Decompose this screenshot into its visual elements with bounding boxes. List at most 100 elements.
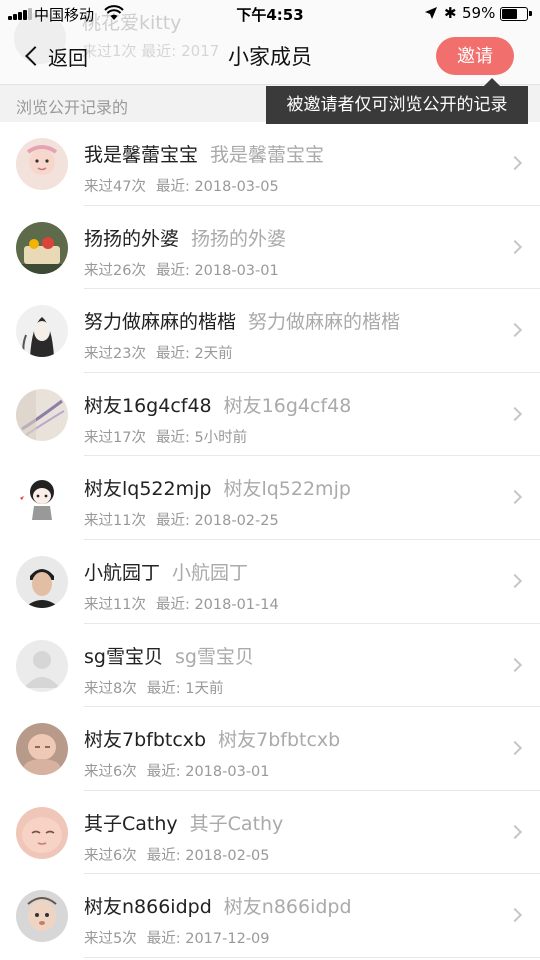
member-name-line: 我是馨蕾宝宝 我是馨蕾宝宝 <box>84 140 324 167</box>
member-name-line: sg雪宝贝 sg雪宝贝 <box>84 642 254 669</box>
member-row[interactable]: 树友n866idpd 树友n866idpd 来过5次 最近: 2017-12-09 <box>0 874 540 958</box>
battery-percent: 59% <box>462 4 496 22</box>
invite-button[interactable]: 邀请 <box>436 37 514 75</box>
member-stats: 来过6次 最近: 2018-03-01 <box>84 760 270 781</box>
member-stats: 来过11次 最近: 2018-01-14 <box>84 593 279 614</box>
divider <box>84 956 540 958</box>
member-stats: 来过11次 最近: 2018-02-25 <box>84 509 279 530</box>
member-visits: 来过11次 <box>84 596 146 613</box>
member-visits: 来过26次 <box>84 262 146 279</box>
avatar <box>16 639 68 692</box>
member-row[interactable]: 我是馨蕾宝宝 我是馨蕾宝宝来过47次 最近: 2018-03-05 <box>0 122 540 206</box>
member-name-line: 树友7bfbtcxb 树友7bfbtcxb <box>84 725 340 752</box>
chevron-right-icon <box>507 908 523 923</box>
member-visits: 来过5次 <box>84 931 137 948</box>
member-name: 树友lq522mjp <box>84 478 212 501</box>
chevron-right-icon <box>507 573 523 589</box>
member-stats: 来过8次 最近: 1天前 <box>84 677 223 698</box>
member-recent: 最近: 2017-12-09 <box>146 931 270 948</box>
section-label: 浏览公开记录的 <box>16 98 129 117</box>
chevron-right-icon <box>507 406 523 421</box>
location-icon <box>425 7 437 19</box>
chevron-right-icon <box>507 239 523 254</box>
member-visits: 来过17次 <box>84 429 146 446</box>
member-recent: 最近: 2018-02-25 <box>155 513 279 530</box>
member-stats: 来过47次 最近: 2018-03-05 <box>84 175 279 196</box>
member-stats: 来过6次 最近: 2018-02-05 <box>84 844 270 865</box>
member-name-line: 小航园丁 小航园丁 <box>84 558 248 585</box>
member-name: 我是馨蕾宝宝 <box>84 144 199 166</box>
member-alias: 扬扬的外婆 <box>191 227 287 250</box>
avatar <box>16 723 68 776</box>
member-visits: 来过11次 <box>84 513 146 530</box>
member-visits: 来过6次 <box>84 847 137 864</box>
member-visits: 来过6次 <box>84 764 137 781</box>
member-name: sg雪宝贝 <box>84 645 163 668</box>
member-list: 我是馨蕾宝宝 我是馨蕾宝宝 来过47次 最近: 2018-03-05 扬扬的外婆 扬扬的外… <box>0 122 540 958</box>
member-visits: 来过23次 <box>84 346 146 363</box>
member-alias: 努力做麻麻的楷楷 <box>248 311 401 334</box>
member-name: 小航园丁 <box>84 561 161 584</box>
avatar <box>16 472 68 525</box>
member-stats: 来过26次 最近: 2018-03-01 <box>84 259 279 280</box>
chevron-right-icon <box>507 657 523 672</box>
member-recent: 最近: 2018-03-01 <box>155 262 279 279</box>
battery-icon <box>500 7 532 21</box>
member-row[interactable]: 努力做麻麻的楷楷 努力做麻麻的楷楷来过23次 最近: 2天前 <box>0 289 540 373</box>
avatar <box>16 555 68 608</box>
member-alias: 树友7bfbtcxb <box>218 729 341 752</box>
member-recent: 最近: 2天前 <box>155 346 233 363</box>
member-name-line: 努力做麻麻的楷楷 努力做麻麻的楷楷 <box>84 307 400 334</box>
member-recent: 最近: 2018-02-05 <box>146 847 270 864</box>
member-row[interactable]: 小航园丁 小航园丁来过11次 最近: 2018-01-14 <box>0 540 540 624</box>
member-name-line: 树友lq522mjp 树友lq522mjp <box>84 474 351 501</box>
avatar <box>16 138 68 190</box>
member-row[interactable]: 树友lq522mjp 树友lq522mjp 来过11次 最近: 2018-02-25 <box>0 456 540 540</box>
chevron-right-icon <box>507 490 523 505</box>
member-name: 树友16g4cf48 <box>84 394 212 417</box>
member-row[interactable]: 树友7bfbtcxb 树友7bfbtcxb 来过6次 最近: 2018-03-01 <box>0 707 540 791</box>
avatar <box>16 221 68 274</box>
status-bar: 中国移动 下午4:53 ✱ 59% <box>0 0 540 28</box>
chevron-right-icon <box>507 824 523 839</box>
member-name: 树友7bfbtcxb <box>84 729 207 752</box>
member-alias: 树友lq522mjp <box>223 478 351 501</box>
member-recent: 最近: 1天前 <box>146 680 224 697</box>
member-row[interactable]: 扬扬的外婆 扬扬的外婆来过26次 最近: 2018-03-01 <box>0 206 540 290</box>
avatar <box>16 806 68 859</box>
member-name-line: 树友16g4cf48 树友16g4cf48 <box>84 391 351 418</box>
member-stats: 来过5次 最近: 2017-12-09 <box>84 927 270 948</box>
member-row[interactable]: sg雪宝贝 sg雪宝贝来过8次 最近: 1天前 <box>0 624 540 708</box>
invite-tooltip: 被邀请者仅可浏览公开的记录 <box>266 78 528 124</box>
back-button[interactable]: 返回 <box>22 40 88 72</box>
member-name-line: 扬扬的外婆 扬扬的外婆 <box>84 224 286 251</box>
member-name-line: 其子Cathy 其子Cathy <box>84 809 283 836</box>
chevron-right-icon <box>507 741 523 756</box>
member-name: 其子Cathy <box>84 812 178 835</box>
nav-bar: 返回 小家成员 邀请 <box>0 28 540 84</box>
avatar <box>16 305 68 358</box>
member-recent: 最近: 5小时前 <box>155 429 248 446</box>
chevron-right-icon <box>507 323 523 338</box>
chevron-right-icon <box>507 155 523 171</box>
member-alias: 树友16g4cf48 <box>223 394 352 417</box>
member-row[interactable]: 树友16g4cf48 树友16g4cf48 来过17次 最近: 5小时前 <box>0 373 540 457</box>
member-recent: 最近: 2018-03-05 <box>155 179 279 195</box>
member-recent: 最近: 2018-03-01 <box>146 764 270 781</box>
chevron-left-icon <box>25 46 45 66</box>
member-row[interactable]: 其子Cathy 其子Cathy 来过6次 最近: 2018-02-05 <box>0 791 540 875</box>
member-recent: 最近: 2018-01-14 <box>155 596 279 613</box>
member-name: 树友n866idpd <box>84 896 212 919</box>
member-name: 努力做麻麻的楷楷 <box>84 311 237 334</box>
status-time: 下午4:53 <box>236 6 304 24</box>
member-alias: 其子Cathy <box>189 812 284 835</box>
member-name: 扬扬的外婆 <box>84 227 180 250</box>
member-name-line: 树友n866idpd 树友n866idpd <box>84 892 352 919</box>
member-visits: 来过47次 <box>84 179 146 195</box>
avatar <box>16 388 68 441</box>
bluetooth-icon: ✱ <box>444 4 457 22</box>
member-alias: 小航园丁 <box>172 561 249 584</box>
member-alias: 树友n866idpd <box>223 896 352 919</box>
avatar <box>16 890 68 943</box>
member-stats: 来过17次 最近: 5小时前 <box>84 426 247 447</box>
